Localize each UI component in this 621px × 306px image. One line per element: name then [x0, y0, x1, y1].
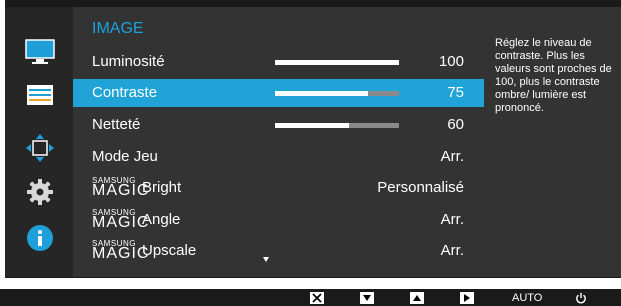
menu-item-magic-bright[interactable]: SAMSUNG MAGIC Bright Personnalisé: [73, 174, 484, 202]
bottom-button-bar: AUTO: [0, 289, 621, 306]
gear-icon[interactable]: [23, 175, 57, 209]
menu-item-luminosite[interactable]: Luminosité 100: [73, 48, 484, 76]
contraste-slider[interactable]: [275, 91, 399, 96]
menu-item-label: Mode Jeu: [92, 148, 158, 165]
menu-item-value: 60: [447, 116, 464, 133]
help-text: Réglez le niveau de contraste. Plus les …: [495, 37, 612, 114]
up-arrow-icon[interactable]: [410, 292, 424, 304]
menu-item-value: Arr.: [440, 148, 464, 165]
close-icon[interactable]: [310, 292, 324, 304]
move-arrows-icon[interactable]: [23, 131, 57, 165]
menu-item-label: Contraste: [92, 84, 158, 101]
auto-label: AUTO: [512, 292, 543, 304]
luminosite-slider[interactable]: [275, 60, 399, 65]
menu-item-value: Personnalisé: [377, 179, 464, 196]
info-icon[interactable]: [23, 221, 57, 255]
menu-item-value: 100: [438, 53, 464, 70]
slider-fill: [275, 123, 350, 128]
menu-item-magic-upscale[interactable]: SAMSUNG MAGIC Upscale Arr.: [73, 237, 484, 265]
menu-item-contraste[interactable]: Contraste 75: [73, 79, 484, 107]
menu-item-label: Upscale: [142, 242, 197, 259]
power-icon[interactable]: [574, 292, 588, 304]
menu-item-label: Luminosité: [92, 53, 165, 70]
right-arrow-icon[interactable]: [460, 292, 474, 304]
monitor-icon[interactable]: [23, 35, 57, 69]
magic-text: MAGIC: [92, 182, 150, 199]
samsung-magic-logo: SAMSUNG MAGIC: [92, 208, 148, 231]
slider-fill: [275, 60, 399, 65]
menu-item-mode-jeu[interactable]: Mode Jeu Arr.: [73, 143, 484, 171]
slider-fill: [275, 91, 368, 96]
image-menu-panel: IMAGE Luminosité 100 Contraste 75 Nettet…: [73, 7, 484, 277]
scroll-down-icon[interactable]: [263, 257, 269, 262]
nettete-slider[interactable]: [275, 123, 399, 128]
picture-settings-icon[interactable]: [23, 78, 57, 112]
magic-text: MAGIC: [92, 214, 150, 231]
menu-item-label-group: SAMSUNG MAGIC Bright: [92, 176, 181, 199]
menu-item-magic-angle[interactable]: SAMSUNG MAGIC Angle Arr.: [73, 206, 484, 234]
menu-item-value: Arr.: [440, 211, 464, 228]
samsung-magic-logo: SAMSUNG MAGIC: [92, 176, 148, 199]
menu-item-value: Arr.: [440, 242, 464, 259]
menu-item-nettete[interactable]: Netteté 60: [73, 111, 484, 139]
osd-sidebar: [5, 7, 73, 277]
menu-title: IMAGE: [92, 20, 144, 37]
menu-item-label-group: SAMSUNG MAGIC Angle: [92, 208, 180, 231]
auto-button[interactable]: AUTO: [512, 292, 542, 304]
menu-item-label: Netteté: [92, 116, 141, 133]
down-arrow-icon[interactable]: [360, 292, 374, 304]
menu-item-label-group: SAMSUNG MAGIC Upscale: [92, 239, 197, 262]
magic-text: MAGIC: [92, 245, 150, 262]
samsung-magic-logo: SAMSUNG MAGIC: [92, 239, 148, 262]
menu-item-value: 75: [447, 84, 464, 101]
help-panel: Réglez le niveau de contraste. Plus les …: [484, 7, 621, 277]
